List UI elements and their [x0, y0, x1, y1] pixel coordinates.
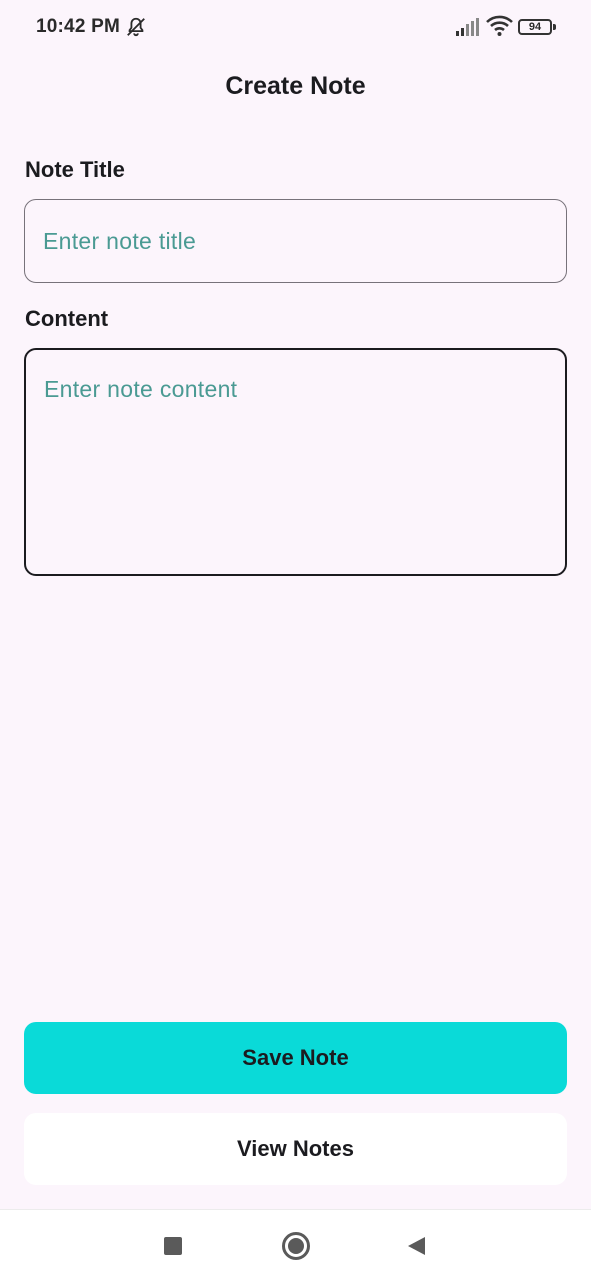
create-note-screen: 10:42 PM 94 Create Note Note Title Conte…: [0, 0, 591, 1280]
battery-tip: [553, 24, 556, 30]
bell-off-icon: [127, 17, 145, 37]
home-icon[interactable]: [282, 1232, 310, 1260]
content-label: Content: [25, 306, 109, 331]
view-notes-button[interactable]: View Notes: [24, 1113, 567, 1185]
save-note-button[interactable]: Save Note: [24, 1022, 567, 1094]
status-time: 10:42 PM: [36, 16, 120, 37]
note-content-input[interactable]: [24, 348, 567, 576]
signal-icon: [456, 18, 479, 36]
battery-icon: 94: [518, 19, 552, 35]
note-title-input[interactable]: [24, 199, 567, 283]
battery-level: 94: [528, 20, 542, 33]
back-icon[interactable]: [405, 1235, 427, 1257]
status-bar: 10:42 PM 94: [0, 0, 591, 56]
note-title-label: Note Title: [25, 157, 125, 182]
recents-icon[interactable]: [164, 1237, 182, 1255]
page-title: Create Note: [225, 72, 366, 100]
navigation-bar: [0, 1209, 591, 1280]
wifi-icon: [486, 15, 513, 36]
